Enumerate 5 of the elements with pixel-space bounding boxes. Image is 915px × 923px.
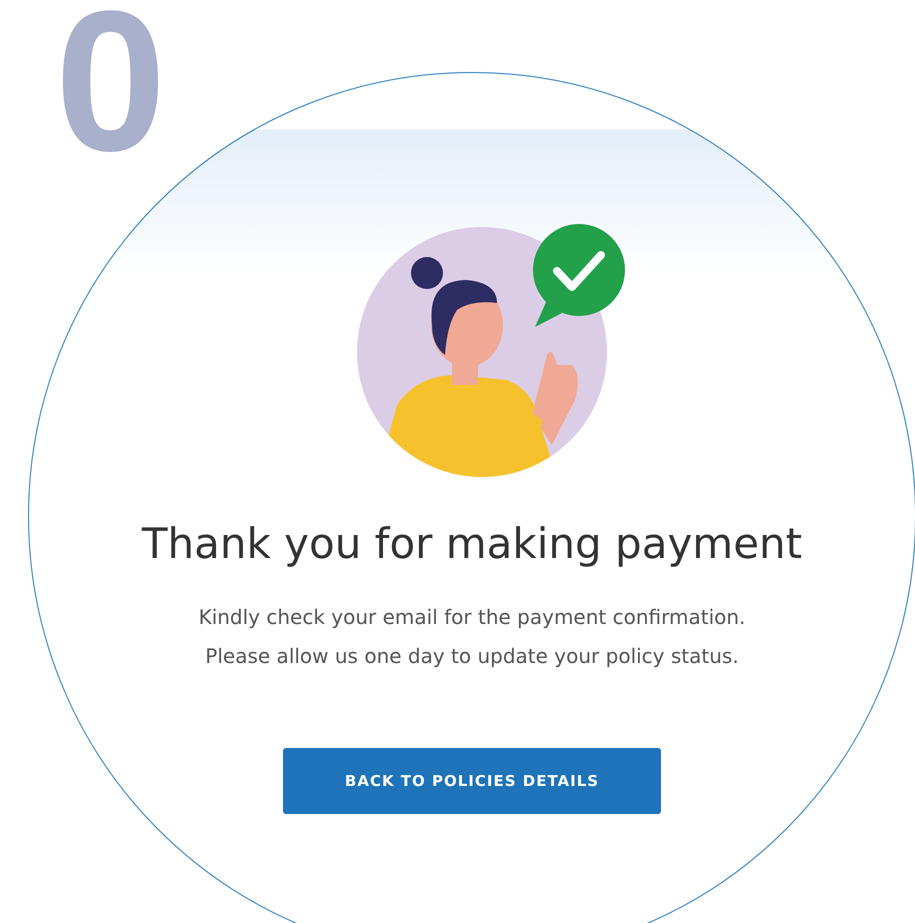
back-button[interactable]: BACK TO POLICIES DETAILS xyxy=(283,748,661,814)
message-text: Please allow us one day to update your policy status. xyxy=(205,643,739,670)
step-number: 0 xyxy=(55,2,166,162)
heading: Thank you for making payment xyxy=(142,519,802,568)
message-text: Kindly check your email for the payment confirmation. xyxy=(198,604,746,631)
